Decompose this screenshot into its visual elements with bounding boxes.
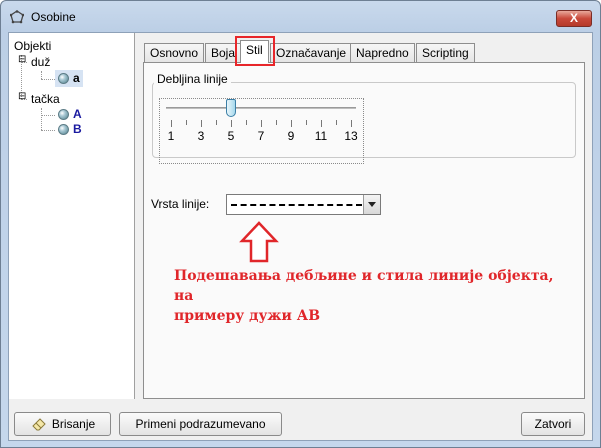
eraser-icon — [32, 418, 46, 431]
thickness-legend: Debljina linije — [154, 72, 231, 86]
slider-tick-label: 1 — [167, 129, 175, 143]
up-arrow-icon — [239, 221, 279, 263]
slider-tick — [216, 120, 217, 125]
tree-connector — [41, 108, 42, 130]
tree-group-point[interactable]: tačka — [31, 92, 60, 106]
title-bar: Osobine X — [1, 1, 600, 31]
close-window-button[interactable]: X — [556, 10, 592, 27]
point-icon — [58, 109, 69, 120]
tree-item-a[interactable]: a — [73, 71, 80, 85]
tab-scripting[interactable]: Scripting — [416, 43, 475, 63]
annotation-text: Подешавања дебљине и стила линије објект… — [174, 266, 574, 326]
tab-basic[interactable]: Osnovno — [144, 43, 205, 63]
slider-tick-label: 3 — [197, 129, 205, 143]
slider-tick-label: 9 — [287, 129, 295, 143]
tab-advanced[interactable]: Napredno — [350, 43, 415, 63]
tree-item-B[interactable]: B — [73, 122, 82, 136]
slider-tick-label: 5 — [227, 129, 235, 143]
delete-button[interactable]: Brisanje — [14, 412, 111, 436]
line-type-dropdown[interactable] — [226, 194, 381, 215]
tree-group-segment[interactable]: duž — [31, 55, 50, 69]
slider-tick — [321, 120, 322, 127]
close-button[interactable]: Zatvori — [521, 412, 585, 436]
slider-tick — [276, 120, 277, 125]
dialog-body: Objekti ⊟ duž a ⊟ tačka A B Osnovno Boja… — [8, 32, 593, 441]
slider-tick — [231, 120, 232, 127]
slider-tick — [201, 120, 202, 127]
tab-highlight-box — [235, 36, 275, 66]
apply-default-button[interactable]: Primeni podrazumevano — [119, 412, 282, 436]
dashed-line-preview — [231, 204, 362, 206]
tab-labeling[interactable]: Označavanje — [270, 43, 353, 63]
tree-connector — [41, 79, 55, 80]
slider-tick — [246, 120, 247, 125]
window-title: Osobine — [31, 10, 76, 24]
chevron-down-icon[interactable] — [363, 195, 380, 214]
line-type-label: Vrsta linije: — [151, 197, 210, 211]
tree-connector — [41, 115, 55, 116]
properties-window: Osobine X Objekti ⊟ duž a ⊟ tačka A B Os… — [0, 0, 601, 448]
style-tab-panel: Debljina linije 1 3 5 7 9 11 13 Vrsta linije: … — [143, 62, 585, 399]
slider-tick — [291, 120, 292, 127]
app-icon — [10, 10, 24, 24]
point-icon — [58, 124, 69, 135]
annotation-line-2: примеру дужи АВ — [174, 308, 321, 324]
slider-tick-label: 7 — [257, 129, 265, 143]
tree-item-A[interactable]: A — [73, 107, 82, 121]
slider-tick — [306, 120, 307, 125]
object-tree[interactable]: Objekti ⊟ duž a ⊟ tačka A B — [9, 33, 135, 399]
segment-icon — [58, 73, 69, 84]
thickness-slider[interactable] — [166, 107, 356, 109]
delete-button-label: Brisanje — [51, 417, 96, 431]
slider-tick-label: 11 — [314, 129, 328, 143]
collapse-icon[interactable]: ⊟ — [18, 54, 26, 65]
slider-tick-label: 13 — [344, 129, 358, 143]
annotation-line-1: Подешавања дебљине и стила линије објект… — [174, 268, 554, 304]
slider-tick — [351, 120, 352, 127]
slider-tick — [336, 120, 337, 125]
collapse-icon[interactable]: ⊟ — [18, 91, 26, 102]
slider-tick — [171, 120, 172, 127]
tree-connector — [41, 71, 42, 79]
slider-tick — [186, 120, 187, 125]
slider-tick — [261, 120, 262, 127]
tree-connector — [41, 130, 55, 131]
tree-root[interactable]: Objekti — [14, 39, 51, 53]
thickness-slider-thumb[interactable] — [226, 99, 236, 117]
